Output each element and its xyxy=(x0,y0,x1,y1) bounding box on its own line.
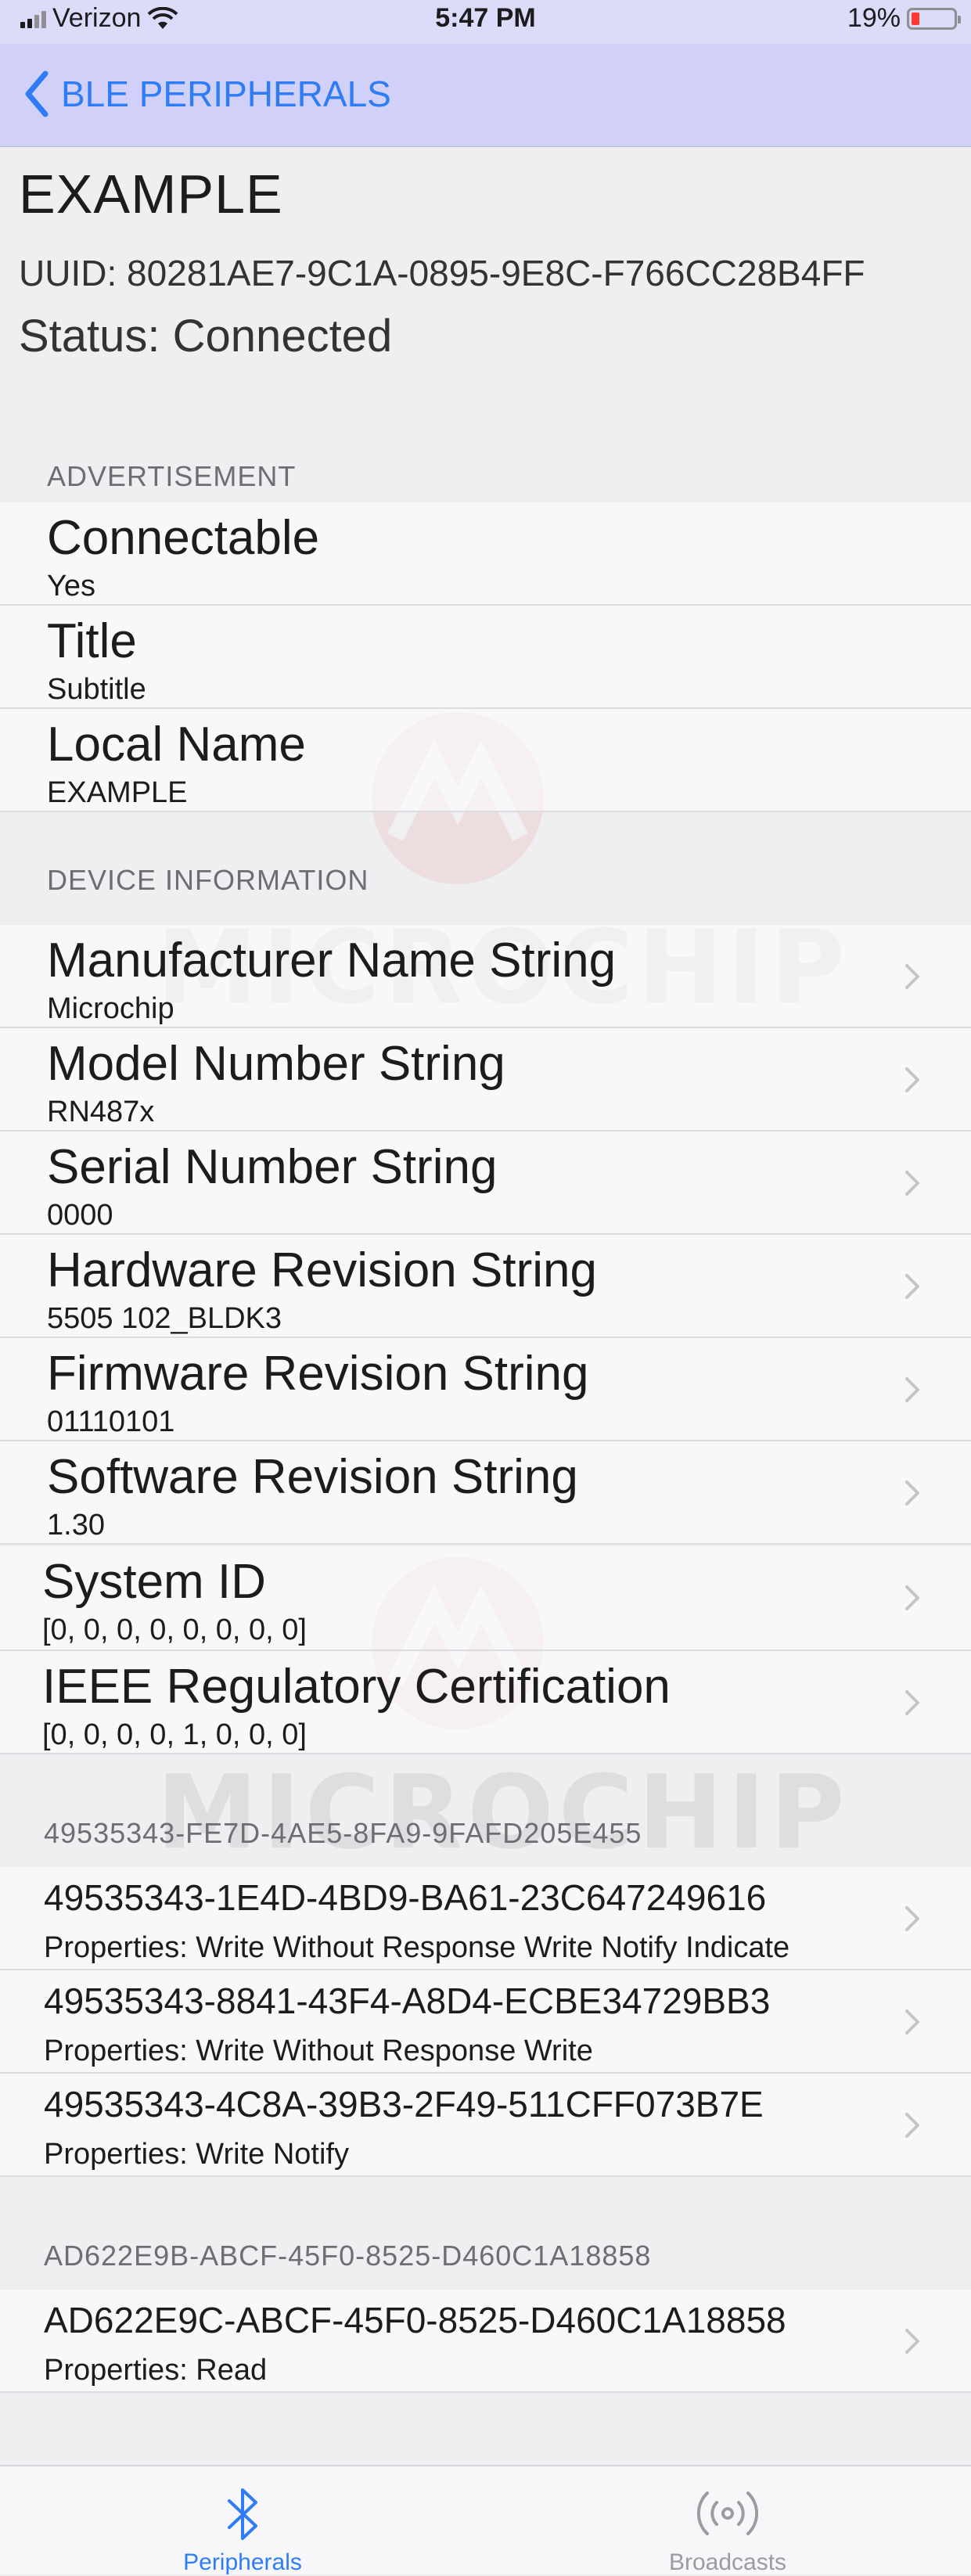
chevron-right-icon xyxy=(905,2329,919,2354)
row-subtitle: Yes xyxy=(47,570,95,603)
section-header-label: AD622E9B-ABCF-45F0-8525-D460C1A18858 xyxy=(44,2240,652,2272)
device-uuid: UUID: 80281AE7-9C1A-0895-9E8C-F766CC28B4… xyxy=(19,253,865,293)
chevron-right-icon xyxy=(905,1480,919,1506)
characteristic-row[interactable]: Manufacturer Name String Microchip xyxy=(0,925,971,1028)
chevron-right-icon xyxy=(905,1274,919,1299)
section-header-device-information: DEVICE INFORMATION xyxy=(0,812,971,906)
back-button[interactable]: BLE PERIPHERALS xyxy=(23,63,391,125)
row-subtitle: EXAMPLE xyxy=(47,776,188,809)
row-title: 49535343-1E4D-4BD9-BA61-23C647249616 xyxy=(44,1877,767,1918)
list-item-title: Title Subtitle xyxy=(0,606,971,709)
characteristic-row[interactable]: Hardware Revision String 5505 102_BLDK3 xyxy=(0,1235,971,1338)
characteristic-row[interactable]: 49535343-4C8A-39B3-2F49-511CFF073B7E Pro… xyxy=(0,2074,971,2177)
battery-status: 19% xyxy=(847,3,961,34)
row-subtitle: [0, 0, 0, 0, 0, 0, 0, 0] xyxy=(42,1614,307,1646)
row-subtitle: Microchip xyxy=(47,992,174,1025)
list-item-local-name: Local Name EXAMPLE xyxy=(0,709,971,812)
navigation-bar: BLE PERIPHERALS xyxy=(0,44,971,147)
characteristic-row[interactable]: Software Revision String 1.30 xyxy=(0,1441,971,1545)
row-title: Title xyxy=(47,614,137,668)
row-title: AD622E9C-ABCF-45F0-8525-D460C1A18858 xyxy=(44,2300,786,2340)
device-name: EXAMPLE xyxy=(19,164,283,225)
tab-broadcasts[interactable]: Broadcasts xyxy=(485,2466,970,2575)
row-title: Hardware Revision String xyxy=(47,1243,597,1297)
status-bar: Verizon 5:47 PM 19% xyxy=(0,0,971,44)
clock: 5:47 PM xyxy=(435,3,536,33)
chevron-right-icon xyxy=(905,2113,919,2138)
broadcast-icon xyxy=(696,2491,759,2535)
row-title: Firmware Revision String xyxy=(47,1347,589,1401)
row-title: Serial Number String xyxy=(47,1140,498,1194)
row-title: 49535343-8841-43F4-A8D4-ECBE34729BB3 xyxy=(44,1981,771,2021)
list-item-connectable: Connectable Yes xyxy=(0,502,971,606)
section-header-label: ADVERTISEMENT xyxy=(47,460,297,492)
row-title: Manufacturer Name String xyxy=(47,934,617,988)
chevron-right-icon xyxy=(905,1171,919,1196)
row-subtitle: Properties: Read xyxy=(44,2354,268,2387)
row-subtitle: RN487x xyxy=(47,1096,155,1128)
characteristic-row[interactable]: 49535343-8841-43F4-A8D4-ECBE34729BB3 Pro… xyxy=(0,1970,971,2074)
battery-icon xyxy=(907,7,961,30)
characteristic-row[interactable]: Serial Number String 0000 xyxy=(0,1131,971,1235)
characteristic-row[interactable]: Model Number String RN487x xyxy=(0,1028,971,1131)
chevron-right-icon xyxy=(905,1585,919,1610)
row-subtitle: 01110101 xyxy=(47,1405,175,1438)
section-header-advertisement: ADVERTISEMENT xyxy=(0,408,971,502)
row-title: IEEE Regulatory Certification xyxy=(42,1660,671,1714)
section-header-service: AD622E9B-ABCF-45F0-8525-D460C1A18858 xyxy=(0,2177,971,2282)
row-subtitle: Subtitle xyxy=(47,673,146,706)
row-subtitle: Properties: Write Without Response Write… xyxy=(44,1931,790,1964)
row-title: Connectable xyxy=(47,511,320,565)
row-subtitle: 0000 xyxy=(47,1199,113,1232)
chevron-right-icon xyxy=(905,964,919,989)
battery-percent: 19% xyxy=(847,3,901,33)
section-header-label: DEVICE INFORMATION xyxy=(47,864,369,896)
chevron-right-icon xyxy=(905,1067,919,1092)
connection-status: Status: Connected xyxy=(19,311,393,362)
row-title: Local Name xyxy=(47,718,306,772)
bluetooth-icon xyxy=(228,2488,257,2540)
characteristic-row[interactable]: 49535343-1E4D-4BD9-BA61-23C647249616 Pro… xyxy=(0,1867,971,1970)
chevron-right-icon xyxy=(905,1377,919,1402)
row-subtitle: 5505 102_BLDK3 xyxy=(47,1302,282,1335)
device-header: EXAMPLE UUID: 80281AE7-9C1A-0895-9E8C-F7… xyxy=(0,147,971,408)
row-subtitle: Properties: Write Notify xyxy=(44,2138,349,2171)
section-header-label: 49535343-FE7D-4AE5-8FA9-9FAFD205E455 xyxy=(44,1817,642,1849)
characteristic-row[interactable]: AD622E9C-ABCF-45F0-8525-D460C1A18858 Pro… xyxy=(0,2290,971,2393)
characteristic-row[interactable]: IEEE Regulatory Certification [0, 0, 0, … xyxy=(0,1651,971,1754)
characteristic-row[interactable]: Firmware Revision String 01110101 xyxy=(0,1338,971,1441)
section-header-service: 49535343-FE7D-4AE5-8FA9-9FAFD205E455 xyxy=(0,1754,971,1859)
row-subtitle: [0, 0, 0, 0, 1, 0, 0, 0] xyxy=(42,1718,307,1751)
chevron-left-icon xyxy=(25,70,49,117)
row-subtitle: Properties: Write Without Response Write xyxy=(44,2035,593,2067)
row-title: 49535343-4C8A-39B3-2F49-511CFF073B7E xyxy=(44,2084,764,2124)
row-title: Model Number String xyxy=(47,1037,505,1091)
back-button-label: BLE PERIPHERALS xyxy=(61,74,391,114)
chevron-right-icon xyxy=(905,1690,919,1715)
tab-peripherals[interactable]: Peripherals xyxy=(0,2466,485,2575)
row-title: System ID xyxy=(42,1555,266,1609)
tab-bar: Peripherals Broadcasts xyxy=(0,2465,971,2575)
chevron-right-icon xyxy=(905,2009,919,2035)
characteristic-row[interactable]: System ID [0, 0, 0, 0, 0, 0, 0, 0] xyxy=(0,1546,971,1651)
row-title: Software Revision String xyxy=(47,1450,578,1504)
chevron-right-icon xyxy=(905,1906,919,1931)
row-subtitle: 1.30 xyxy=(47,1509,105,1542)
